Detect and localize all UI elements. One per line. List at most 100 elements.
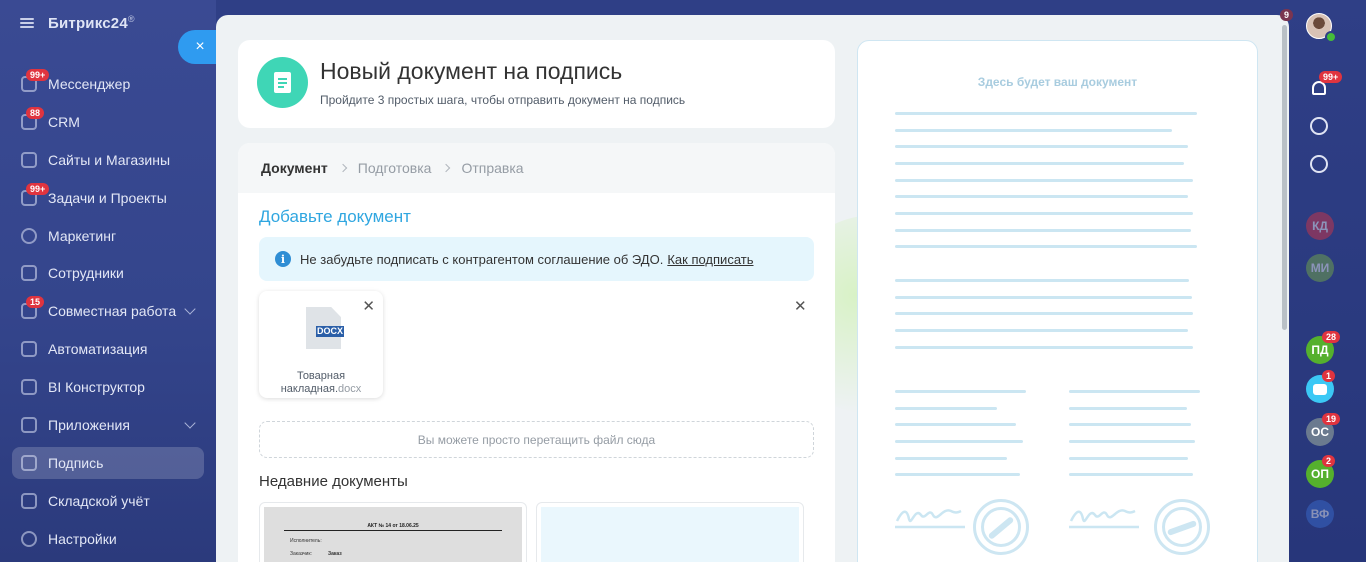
signature-slider: Новый документ на подпись Пройдите 3 про… — [216, 15, 1289, 562]
sidebar-item-icon — [21, 151, 37, 168]
recent-chat-avatar[interactable]: КД — [1306, 212, 1334, 240]
step-document[interactable]: Документ — [261, 160, 328, 176]
brand-logo[interactable]: Битрикс24® — [48, 14, 135, 32]
file-name: Товарная накладная.docx — [265, 370, 377, 396]
info-text: Не забудьте подписать с контрагентом сог… — [300, 251, 664, 267]
activity-button[interactable] — [1307, 114, 1331, 138]
brand-name: Битрикс24 — [48, 15, 128, 32]
remove-file-button[interactable]: ✕ — [362, 297, 375, 315]
wizard-steps: Документ Подготовка Отправка — [238, 143, 835, 193]
recent-documents-title: Недавние документы — [259, 473, 408, 490]
chat-badge: 2 — [1322, 455, 1336, 467]
chevron-down-icon[interactable] — [184, 417, 196, 429]
sidebar-item-icon — [21, 417, 37, 434]
sidebar-item[interactable]: Сотрудники — [12, 257, 204, 289]
sidebar-item-icon — [21, 227, 37, 244]
stamp-placeholder-icon — [973, 499, 1029, 555]
file-ext-badge: DOCX — [316, 326, 345, 337]
sidebar-item-icon — [21, 341, 37, 358]
sidebar-item[interactable]: Автоматизация — [12, 333, 204, 365]
recent-chat-avatar[interactable]: ВФ — [1306, 500, 1334, 528]
chat-initials: ПД — [1311, 343, 1329, 357]
sidebar-item[interactable]: Маркетинг — [12, 220, 204, 252]
wizard-card: Документ Подготовка Отправка Добавьте до… — [238, 143, 835, 562]
close-slider-button[interactable]: × — [178, 30, 218, 64]
file-dropzone[interactable]: Вы можете просто перетащить файл сюда — [259, 421, 814, 458]
document-icon — [257, 57, 308, 108]
clear-files-button[interactable]: ✕ — [794, 297, 807, 315]
sidebar-item[interactable]: BI Конструктор — [12, 371, 204, 403]
chat-initials: ОП — [1311, 467, 1329, 481]
sidebar-item[interactable]: Приложения — [12, 409, 204, 441]
recent-doc-field: Заказчик: — [290, 551, 312, 557]
sidebar-item-label: Мессенджер — [48, 76, 131, 92]
sidebar-item[interactable]: 99+ Мессенджер — [12, 68, 204, 100]
chat-initials: КД — [1312, 219, 1328, 233]
signature-placeholder-icon — [1069, 509, 1139, 529]
sidebar-item-label: Складской учёт — [48, 492, 150, 509]
sidebar-item-badge: 15 — [26, 296, 45, 309]
online-status-icon — [1325, 31, 1337, 43]
search-chat-button[interactable] — [1307, 152, 1331, 176]
sidebar-item[interactable]: 99+ Задачи и Проекты — [12, 182, 204, 214]
sidebar-item-icon — [21, 265, 37, 282]
recent-doc-value: Заказ — [328, 551, 342, 557]
sidebar-item-badge: 99+ — [26, 182, 50, 195]
step-sending[interactable]: Отправка — [461, 160, 523, 176]
sidebar-item[interactable]: Сайты и Магазины — [12, 144, 204, 176]
sidebar-item[interactable]: Настройки — [12, 523, 204, 555]
recent-document[interactable] — [536, 502, 804, 562]
scrollbar[interactable] — [1282, 25, 1287, 330]
sidebar-nav: 99+ Мессенджер 88 CRM Сайты и Магазины 99+ Зад… — [12, 68, 204, 561]
chevron-down-icon[interactable] — [184, 303, 196, 316]
notifications-badge: 99+ — [1319, 71, 1343, 83]
left-sidebar: Битрикс24® 99+ Мессенджер 88 CRM Сайты и Маг… — [0, 0, 216, 562]
sidebar-item-icon — [21, 492, 37, 509]
sidebar-item[interactable]: Складской учёт — [12, 485, 204, 517]
uploaded-file[interactable]: DOCX ✕ Товарная накладная.docx — [259, 291, 383, 398]
sidebar-item-label: Сайты и Магазины — [48, 151, 171, 168]
chat-badge: 1 — [1322, 370, 1336, 382]
sidebar-item[interactable]: 88 CRM — [12, 106, 204, 138]
page-subtitle: Пройдите 3 простых шага, чтобы отправить… — [320, 93, 686, 107]
sidebar-item-label: BI Конструктор — [48, 379, 145, 396]
sidebar-item-label: Подпись — [48, 454, 104, 471]
sidebar-item[interactable]: 15 Совместная работа — [12, 295, 204, 327]
sidebar-item-icon — [21, 530, 37, 547]
chat-badge: 19 — [1322, 413, 1341, 425]
sidebar-item-label: Автоматизация — [48, 341, 148, 358]
info-notice: i Не забудьте подписать с контрагентом с… — [259, 237, 814, 281]
signature-placeholder-icon — [895, 509, 965, 529]
menu-icon[interactable] — [20, 18, 34, 28]
recent-doc-field: Исполнитель: — [290, 538, 322, 544]
sidebar-item-label: Приложения — [48, 417, 130, 434]
chat-initials: ВФ — [1310, 507, 1330, 521]
sidebar-item-label: Совместная работа — [48, 303, 177, 320]
step-preparation[interactable]: Подготовка — [358, 160, 432, 176]
sidebar-item-icon — [21, 379, 37, 396]
chat-initials: ОС — [1311, 425, 1329, 439]
sidebar-item-badge: 88 — [26, 106, 45, 119]
info-icon: i — [275, 251, 291, 267]
chevron-right-icon — [338, 163, 348, 173]
chat-initials: МИ — [1310, 261, 1330, 275]
chevron-right-icon — [442, 163, 451, 173]
chat-bubble-icon — [1313, 383, 1327, 395]
right-bar: 9 99+ КД МИ ПД 28 1 ОС 19 ОП 2 ВФ — [1280, 0, 1366, 562]
chat-search-icon — [1310, 155, 1328, 173]
header-card: Новый документ на подпись Пройдите 3 про… — [238, 40, 835, 128]
avatar-badge: 9 — [1280, 9, 1294, 21]
recent-document[interactable]: АКТ № 14 от 18.06.25 Исполнитель: Заказч… — [259, 502, 527, 562]
sidebar-item-badge: 99+ — [26, 69, 50, 81]
brand: Битрикс24® — [20, 14, 135, 32]
sidebar-item-label: CRM — [48, 113, 80, 130]
sidebar-item-icon — [21, 454, 37, 471]
sidebar-item-label: Задачи и Проекты — [48, 189, 167, 206]
how-to-sign-link[interactable]: Как подписать — [667, 252, 753, 267]
sidebar-item[interactable]: Подпись — [12, 446, 204, 479]
stamp-placeholder-icon — [1154, 499, 1210, 555]
recent-chat-avatar[interactable]: МИ — [1306, 254, 1334, 282]
preview-label: Здесь будет ваш документ — [977, 75, 1138, 89]
section-title: Добавьте документ — [259, 207, 411, 226]
page-title: Новый документ на подпись — [320, 58, 623, 84]
